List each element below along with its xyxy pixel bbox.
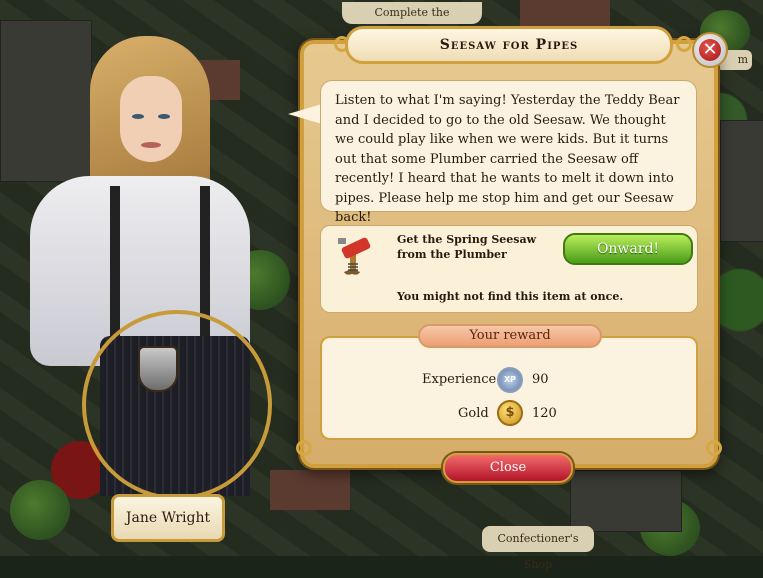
ornament-corner xyxy=(676,36,692,52)
ornament-corner xyxy=(706,440,722,456)
close-icon[interactable]: ✕ xyxy=(692,32,728,68)
quest-note-text: You might not find this item at once. xyxy=(397,290,624,303)
gold-coin-icon: $ xyxy=(497,400,523,426)
spring-seesaw-icon xyxy=(338,237,371,275)
experience-label: Experience xyxy=(422,372,497,387)
objective-banner[interactable]: Complete the investigation xyxy=(342,2,482,41)
gold-value: 120 xyxy=(532,406,557,421)
gold-label: Gold xyxy=(458,406,489,421)
dialog-title: Seesaw for Pipes xyxy=(345,26,673,64)
dialog-title-text: Seesaw for Pipes xyxy=(439,37,579,53)
experience-icon: XP xyxy=(497,367,523,393)
speech-text: Listen to what I'm saying! Yesterday the… xyxy=(335,93,680,225)
reward-title: Your reward xyxy=(418,324,602,348)
speech-bubble: Listen to what I'm saying! Yesterday the… xyxy=(320,80,697,225)
character-face xyxy=(120,76,182,162)
character-nameplate: Jane Wright xyxy=(111,494,225,542)
onward-button[interactable]: Onward! xyxy=(563,233,693,265)
character-name: Jane Wright xyxy=(125,510,211,526)
experience-value: 90 xyxy=(532,372,549,387)
close-button[interactable]: Close xyxy=(443,453,573,483)
speech-bubble-tail xyxy=(288,104,322,124)
quest-task-text: Get the Spring Seesaw from the Plumber xyxy=(397,233,537,261)
portrait-frame-ring xyxy=(82,310,272,500)
ornament-corner xyxy=(296,440,312,456)
location-label[interactable]: Confectioner's Shop xyxy=(482,526,594,571)
